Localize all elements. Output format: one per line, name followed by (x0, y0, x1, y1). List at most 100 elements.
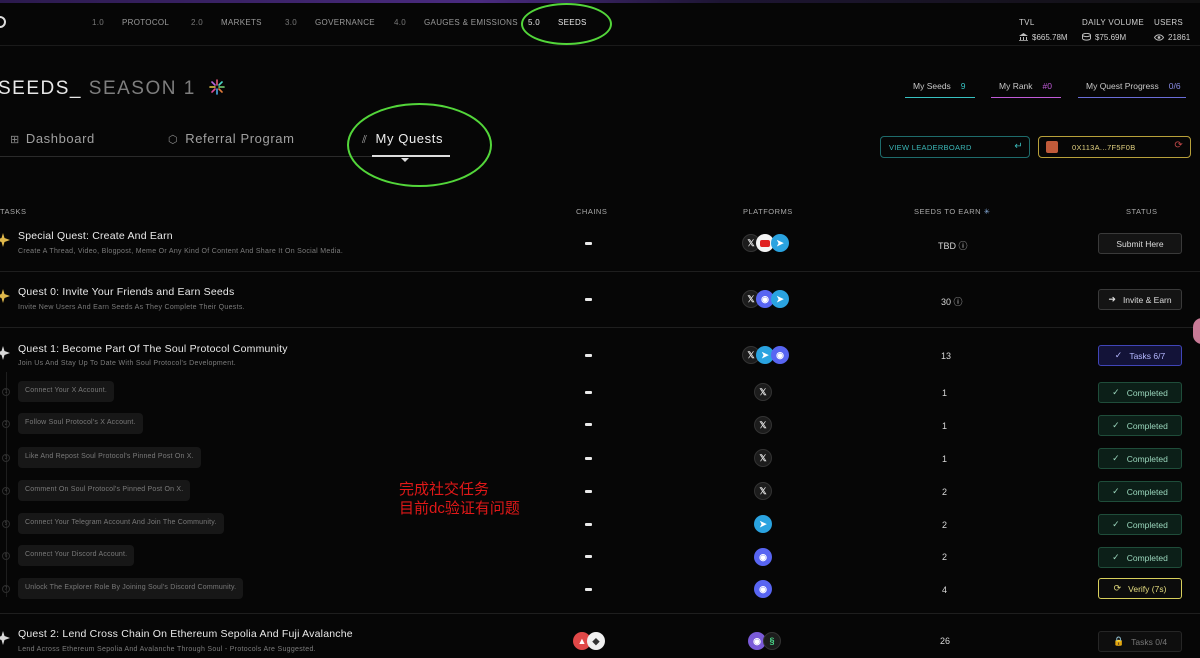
verify-button[interactable]: ⟳ Verify (7s) (1098, 578, 1182, 599)
view-leaderboard-button[interactable]: VIEW LEADERBOARD ↵ (880, 136, 1030, 158)
subtask-label: Connect Your X Account. (18, 381, 115, 402)
nav-item-protocol[interactable]: 1.0 PROTOCOL (92, 18, 169, 27)
sparkle-icon: ✳ (983, 207, 991, 216)
grid-icon: ⊞ (10, 134, 20, 146)
quest-title: Quest 2: Lend Cross Chain On Ethereum Se… (18, 628, 353, 640)
completed-status: ✓ Completed (1098, 415, 1182, 436)
seeds-value: 30 ⓘ (941, 297, 963, 307)
chain-none-dash (585, 242, 592, 245)
nav-item-markets[interactable]: 2.0 MARKETS (191, 18, 262, 27)
nav-item-gauges[interactable]: 4.0 GAUGES & EMISSIONS (394, 18, 518, 27)
stat-users-value: 21861 (1153, 33, 1190, 42)
seeds-value: 13 (941, 351, 952, 361)
quest-star-icon (0, 346, 10, 360)
seeds-value: 2 (942, 552, 948, 562)
check-icon: ✓ (1112, 486, 1120, 496)
step-dot: 6 (2, 552, 10, 560)
ethereum-icon: ◆ (587, 632, 605, 650)
nav-item-governance[interactable]: 3.0 GOVERNANCE (285, 18, 375, 27)
chain-none-dash (585, 555, 592, 558)
x-icon: 𝕏 (754, 416, 772, 434)
subtask-connector-line (6, 372, 7, 597)
step-dot: 5 (2, 520, 10, 528)
completed-status: ✓ Completed (1098, 514, 1182, 535)
wallet-avatar (1046, 141, 1058, 153)
tab-dashboard[interactable]: ⊞ Dashboard (10, 131, 95, 146)
check-icon: ✓ (1112, 387, 1120, 397)
x-icon: 𝕏 (754, 449, 772, 467)
refresh-icon: ⟳ (1174, 140, 1183, 151)
telegram-icon: ➤ (771, 234, 789, 252)
telegram-icon: ➤ (754, 515, 772, 533)
top-nav-bar: 1.0 PROTOCOL 2.0 MARKETS 3.0 GOVERNANCE 4.0… (0, 0, 1200, 46)
chain-none-dash (585, 523, 592, 526)
row-separator (0, 613, 1200, 614)
pill-quest-progress: My Quest Progress 0/6 (1078, 78, 1186, 98)
invite-earn-button[interactable]: ➜ Invite & Earn (1098, 289, 1182, 310)
annotation-note: 完成社交任务 目前dc验证有问题 (399, 481, 520, 517)
enter-icon: ↵ (1014, 141, 1023, 152)
quest-title: Quest 0: Invite Your Friends and Earn Se… (18, 286, 235, 298)
sparkle-icon (208, 79, 225, 95)
wallet-address-button[interactable]: 0X113A...7F5F0B ⟳ (1038, 136, 1191, 158)
seeds-value: TBD ⓘ (938, 241, 968, 251)
check-icon: ✓ (1112, 420, 1120, 430)
lock-icon: 🔒 (1112, 636, 1125, 646)
discord-icon: ◉ (771, 346, 789, 364)
completed-status: ✓ Completed (1098, 448, 1182, 469)
header-tasks: TASKS (0, 207, 27, 216)
discord-icon: ◉ (754, 580, 772, 598)
header-chains: CHAINS (576, 207, 608, 216)
stat-volume-label: DAILY VOLUME (1082, 18, 1144, 27)
quest-description: Lend Across Ethereum Sepolia And Avalanc… (18, 646, 316, 653)
seeds-value: 2 (942, 487, 948, 497)
seeds-highlight-circle (521, 3, 612, 45)
app-root: 1.0 PROTOCOL 2.0 MARKETS 3.0 GOVERNANCE 4.0… (0, 0, 1200, 658)
step-dot: 7 (2, 585, 10, 593)
quest-title: Quest 1: Become Part Of The Soul Protoco… (18, 343, 288, 355)
logo-icon[interactable] (0, 16, 6, 28)
chain-none-dash (585, 457, 592, 460)
seeds-value: 2 (942, 520, 948, 530)
x-icon: 𝕏 (754, 383, 772, 401)
check-icon: ✓ (1112, 519, 1120, 529)
seeds-value: 1 (942, 421, 948, 431)
subtask-label: Unlock The Explorer Role By Joining Soul… (18, 578, 244, 599)
side-floating-button[interactable] (1193, 318, 1200, 344)
tasks-locked-button[interactable]: 🔒 Tasks 0/4 (1098, 631, 1182, 652)
stat-tvl-value: $665.78M (1019, 33, 1068, 42)
subtask-label: Like And Repost Soul Protocol's Pinned P… (18, 447, 201, 468)
header-platforms: PLATFORMS (743, 207, 793, 216)
chain-none-dash (585, 588, 592, 591)
stat-volume-value: $75.69M (1082, 32, 1126, 42)
chain-none-dash (585, 423, 592, 426)
submit-here-button[interactable]: Submit Here (1098, 233, 1182, 254)
chain-none-dash (585, 354, 592, 357)
quest-star-icon (0, 233, 10, 247)
top-accent-line (0, 0, 1200, 3)
subtask-label: Connect Your Discord Account. (18, 545, 135, 566)
refresh-icon: ⟳ (1113, 583, 1122, 593)
tab-referral-program[interactable]: ⬡ Referral Program (168, 131, 295, 146)
quest-description: Create A Thread, Video, Blogpost, Meme O… (18, 248, 344, 255)
cube-icon: ⬡ (168, 134, 179, 146)
eye-icon (1153, 34, 1165, 41)
seeds-value: 1 (942, 454, 948, 464)
subtask-label: Connect Your Telegram Account And Join T… (18, 513, 224, 534)
subtask-label: Comment On Soul Protocol's Pinned Post O… (18, 480, 191, 501)
bank-icon (1019, 33, 1028, 41)
chain-none-dash (585, 298, 592, 301)
my-quests-highlight-circle (347, 103, 492, 187)
header-status: STATUS (1126, 207, 1158, 216)
arrow-right-icon: ➜ (1108, 294, 1116, 304)
completed-status: ✓ Completed (1098, 547, 1182, 568)
subtask-label: Follow Soul Protocol's X Account. (18, 413, 143, 434)
pill-my-rank: My Rank #0 (991, 78, 1061, 98)
chain-none-dash (585, 490, 592, 493)
x-icon: 𝕏 (754, 482, 772, 500)
quest-star-icon (0, 631, 10, 645)
telegram-icon: ➤ (771, 290, 789, 308)
page-title: SEEDS_ SEASON 1 (0, 78, 225, 100)
tasks-progress-button[interactable]: ✓ Tasks 6/7 (1098, 345, 1182, 366)
check-icon: ✓ (1114, 350, 1123, 360)
